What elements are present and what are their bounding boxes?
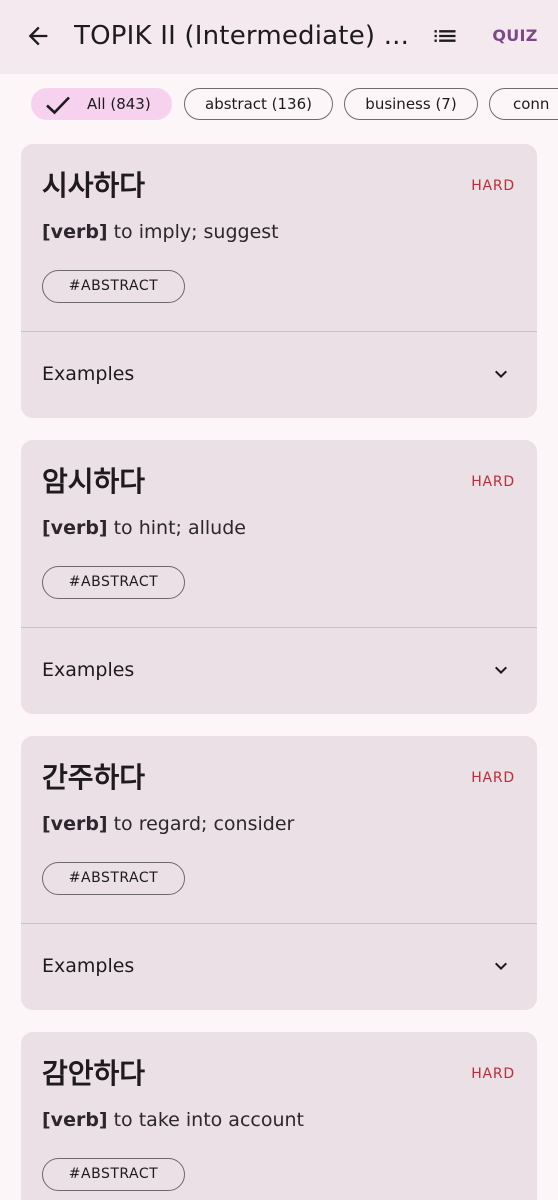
word-card: 간주하다 HARD [verb] to regard; consider #ABS… [21, 736, 537, 1010]
examples-expander[interactable]: Examples [21, 628, 537, 714]
filter-chip-conn[interactable]: conn [489, 88, 558, 120]
definition: [verb] to imply; suggest [42, 218, 279, 246]
difficulty-badge: HARD [471, 770, 515, 786]
word-text: 시사하다 [42, 169, 146, 202]
word-text: 감안하다 [42, 1057, 146, 1090]
list-view-button[interactable] [424, 16, 466, 56]
word-text: 암시하다 [42, 465, 146, 498]
list-icon [434, 30, 456, 42]
meaning-text: to imply; suggest [113, 221, 279, 243]
filter-chip-label: conn [513, 95, 550, 113]
filter-chip-row: All (843) abstract (136) business (7) co… [0, 88, 558, 122]
examples-label: Examples [42, 659, 135, 681]
word-card: 시사하다 HARD [verb] to imply; suggest #ABSTR… [21, 144, 537, 418]
part-of-speech: [verb] [42, 221, 108, 243]
difficulty-badge: HARD [471, 178, 515, 194]
tag-chip[interactable]: #ABSTRACT [42, 862, 185, 895]
definition: [verb] to take into account [42, 1106, 304, 1134]
check-icon [46, 96, 70, 115]
examples-label: Examples [42, 363, 135, 385]
examples-expander[interactable]: Examples [21, 924, 537, 1010]
chevron-down-icon [495, 370, 507, 378]
arrow-back-icon [28, 26, 48, 46]
difficulty-badge: HARD [471, 474, 515, 490]
filter-chip-abstract[interactable]: abstract (136) [184, 88, 333, 120]
filter-chip-business[interactable]: business (7) [344, 88, 478, 120]
chevron-down-icon [495, 962, 507, 970]
filter-chip-label: business (7) [365, 95, 457, 113]
definition: [verb] to hint; allude [42, 514, 246, 542]
top-app-bar: TOPIK II (Intermediate) ... QUIZ [0, 0, 558, 74]
meaning-text: to take into account [113, 1109, 304, 1131]
quiz-button[interactable]: QUIZ [484, 20, 546, 52]
part-of-speech: [verb] [42, 813, 108, 835]
word-card: 감안하다 HARD [verb] to take into account #AB… [21, 1032, 537, 1200]
difficulty-badge: HARD [471, 1066, 515, 1082]
meaning-text: to hint; allude [113, 517, 246, 539]
word-text: 간주하다 [42, 761, 146, 794]
page-title: TOPIK II (Intermediate) ... [74, 21, 410, 51]
tag-chip[interactable]: #ABSTRACT [42, 1158, 185, 1191]
filter-chip-all[interactable]: All (843) [31, 88, 172, 120]
examples-label: Examples [42, 955, 135, 977]
chevron-down-icon [495, 666, 507, 674]
definition: [verb] to regard; consider [42, 810, 294, 838]
back-button[interactable] [18, 16, 58, 56]
tag-chip[interactable]: #ABSTRACT [42, 270, 185, 303]
app-screen: TOPIK II (Intermediate) ... QUIZ All (84… [0, 0, 558, 1200]
meaning-text: to regard; consider [113, 813, 295, 835]
filter-chip-label: All (843) [87, 95, 151, 113]
tag-chip[interactable]: #ABSTRACT [42, 566, 185, 599]
part-of-speech: [verb] [42, 517, 108, 539]
part-of-speech: [verb] [42, 1109, 108, 1131]
filter-chip-label: abstract (136) [205, 95, 312, 113]
examples-expander[interactable]: Examples [21, 332, 537, 418]
word-card: 암시하다 HARD [verb] to hint; allude #ABSTRAC… [21, 440, 537, 714]
